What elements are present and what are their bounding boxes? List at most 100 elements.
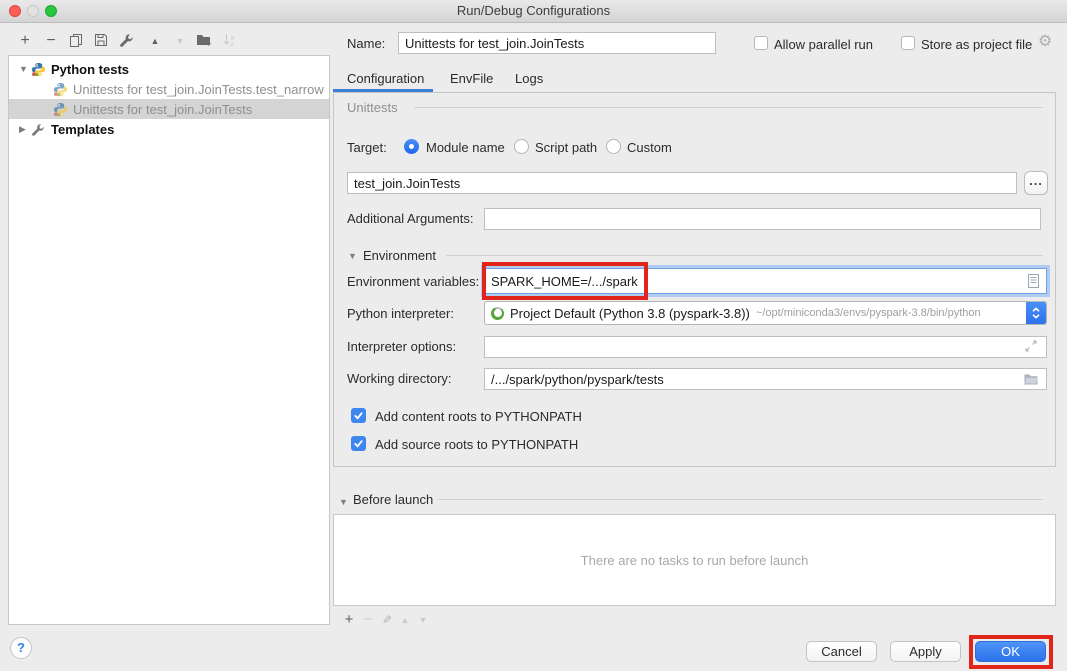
move-task-up-button[interactable]: ▲	[397, 612, 413, 628]
save-configuration-button[interactable]	[92, 32, 110, 50]
minimize-window-button[interactable]	[27, 5, 39, 17]
tree-item-label: Unittests for test_join.JoinTests	[73, 102, 252, 117]
dropdown-spinner-icon[interactable]	[1026, 302, 1046, 324]
python-test-icon	[53, 82, 68, 97]
folder-icon[interactable]	[1024, 373, 1038, 385]
tree-item-unittests-test-narrow[interactable]: Unittests for test_join.JoinTests.test_n…	[9, 79, 329, 99]
minus-icon: −	[364, 611, 373, 629]
expander-closed-icon[interactable]: ▶	[19, 124, 31, 135]
before-launch-divider	[438, 499, 1043, 500]
add-task-button[interactable]: +	[341, 612, 357, 628]
tree-item-label: Unittests for test_join.JoinTests.test_n…	[73, 82, 324, 97]
interpreter-path: ~/opt/miniconda3/envs/pyspark-3.8/bin/py…	[756, 307, 981, 319]
close-window-button[interactable]	[9, 5, 21, 17]
environment-variables-input[interactable]	[484, 268, 1047, 294]
move-up-icon: ▲	[151, 32, 160, 50]
add-content-roots-label: Add content roots to PYTHONPATH	[375, 409, 582, 424]
tree-item-unittests-jointests-selected[interactable]: Unittests for test_join.JoinTests	[9, 99, 329, 119]
environment-divider	[446, 255, 1043, 256]
gear-icon[interactable]: ⚙	[1038, 34, 1052, 50]
interpreter-options-input[interactable]	[484, 336, 1047, 358]
create-folder-button[interactable]	[195, 32, 213, 50]
target-label: Target:	[347, 140, 387, 155]
environment-section-label: Environment	[363, 248, 436, 263]
browse-env-vars-icon[interactable]	[1028, 274, 1039, 288]
python-tests-icon	[31, 62, 46, 77]
move-down-button[interactable]: ▼	[171, 32, 189, 50]
zoom-window-button[interactable]	[45, 5, 57, 17]
target-input[interactable]	[347, 172, 1017, 194]
target-custom-radio[interactable]	[606, 139, 621, 154]
environment-collapse-icon[interactable]: ▼	[348, 251, 357, 261]
remove-configuration-button[interactable]: −	[42, 32, 60, 50]
browse-target-button[interactable]: ...	[1024, 171, 1048, 195]
target-script-path-label: Script path	[535, 140, 597, 155]
add-content-roots-checkbox[interactable]	[351, 408, 366, 423]
target-module-name-radio[interactable]	[404, 139, 419, 154]
python-test-icon	[53, 102, 68, 117]
plus-icon: +	[345, 611, 354, 629]
copy-configuration-button[interactable]	[67, 32, 85, 50]
additional-arguments-input[interactable]	[484, 208, 1041, 230]
svg-text:z: z	[231, 41, 234, 47]
group-divider	[414, 107, 1043, 108]
plus-icon: +	[20, 32, 29, 50]
store-as-project-file-checkbox[interactable]	[901, 36, 915, 50]
add-configuration-button[interactable]: +	[16, 32, 34, 50]
pencil-icon: ✎	[382, 613, 392, 627]
tree-item-templates[interactable]: ▶ Templates	[9, 119, 329, 139]
interpreter-options-label: Interpreter options:	[347, 339, 456, 354]
configurations-tree: ▼ Python tests Unittests for test_join.J…	[8, 55, 330, 625]
working-directory-input[interactable]	[484, 368, 1047, 390]
move-down-icon: ▼	[419, 611, 428, 629]
environment-variables-label: Environment variables:	[347, 274, 479, 289]
tree-item-label: Templates	[51, 122, 114, 137]
remove-task-button[interactable]: −	[360, 612, 376, 628]
tree-item-label: Python tests	[51, 62, 129, 77]
tree-item-python-tests[interactable]: ▼ Python tests	[9, 59, 329, 79]
additional-arguments-label: Additional Arguments:	[347, 211, 473, 226]
wrench-icon	[119, 33, 133, 50]
tab-logs[interactable]: Logs	[515, 71, 543, 86]
before-launch-tasks-list: There are no tasks to run before launch	[333, 514, 1056, 606]
move-up-button[interactable]: ▲	[146, 32, 164, 50]
store-as-project-file-label: Store as project file	[921, 37, 1032, 52]
target-custom-label: Custom	[627, 140, 672, 155]
expander-open-icon[interactable]: ▼	[19, 64, 31, 74]
tab-envfile[interactable]: EnvFile	[450, 71, 493, 86]
templates-wrench-icon	[31, 122, 46, 137]
help-button[interactable]: ?	[10, 637, 32, 659]
edit-task-button[interactable]: ✎	[379, 612, 395, 628]
ok-button[interactable]: OK	[975, 641, 1046, 662]
unittests-group-label: Unittests	[347, 100, 398, 115]
save-icon	[94, 33, 108, 50]
no-tasks-message: There are no tasks to run before launch	[581, 553, 809, 568]
name-input[interactable]	[398, 32, 716, 54]
edit-templates-button[interactable]	[117, 32, 135, 50]
expand-field-icon[interactable]	[1025, 340, 1037, 352]
working-directory-label: Working directory:	[347, 371, 452, 386]
window-title: Run/Debug Configurations	[0, 0, 1067, 22]
cancel-button[interactable]: Cancel	[806, 641, 877, 662]
allow-parallel-run-checkbox[interactable]	[754, 36, 768, 50]
name-label: Name:	[347, 36, 385, 51]
target-module-name-label: Module name	[426, 140, 505, 155]
new-folder-icon	[196, 33, 212, 50]
move-up-icon: ▲	[401, 611, 410, 629]
sort-az-icon: az	[223, 33, 237, 50]
move-task-down-button[interactable]: ▼	[415, 612, 431, 628]
sort-configurations-button[interactable]: az	[221, 32, 239, 50]
before-launch-label: Before launch	[353, 492, 433, 507]
apply-button[interactable]: Apply	[890, 641, 961, 662]
move-down-icon: ▼	[176, 32, 185, 50]
run-debug-configurations-dialog: Run/Debug Configurations + − ▲ ▼ az ▼ Py…	[0, 0, 1067, 671]
python-interpreter-select[interactable]: Project Default (Python 3.8 (pyspark-3.8…	[484, 301, 1047, 325]
allow-parallel-run-label: Allow parallel run	[774, 37, 873, 52]
conda-env-icon	[491, 307, 504, 320]
add-source-roots-checkbox[interactable]	[351, 436, 366, 451]
add-source-roots-label: Add source roots to PYTHONPATH	[375, 437, 578, 452]
before-launch-collapse-icon[interactable]: ▼	[339, 497, 348, 507]
tab-configuration[interactable]: Configuration	[347, 71, 424, 86]
interpreter-value: Project Default (Python 3.8 (pyspark-3.8…	[510, 306, 750, 321]
target-script-path-radio[interactable]	[514, 139, 529, 154]
